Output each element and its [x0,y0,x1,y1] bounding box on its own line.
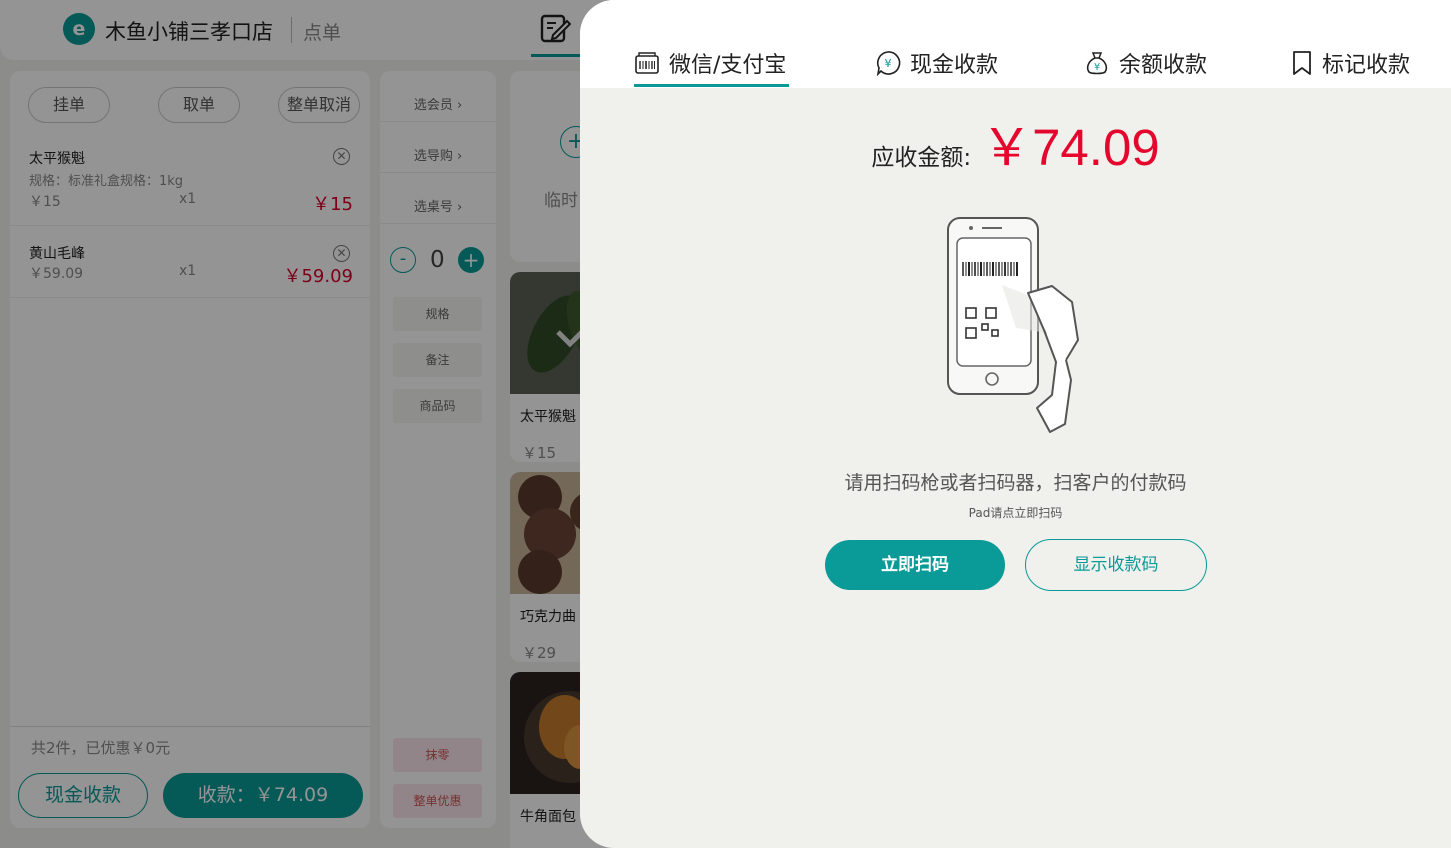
amount-due-value: ￥74.09 [981,119,1160,176]
tab-wechat-alipay-label: 微信/支付宝 [669,53,787,78]
tab-balance-label: 余额收款 [1119,53,1208,78]
active-tab-underline [634,84,789,87]
tab-cash-label: 现金收款 [910,53,999,78]
cash-bubble-icon: ¥ [876,51,901,76]
scan-now-button[interactable]: 立即扫码 [825,540,1005,590]
payment-drawer: 微信/支付宝 ¥ 现金收款 ¥ 余额收款 标记收款 应收金额: ￥74.09 请… [580,0,1451,848]
payment-tabs: 微信/支付宝 ¥ 现金收款 ¥ 余额收款 标记收款 [580,0,1451,88]
scan-phone-illustration-icon [947,217,1079,433]
amount-due-label: 应收金额: [871,145,972,171]
tab-wechat-alipay[interactable]: 微信/支付宝 [634,47,786,79]
amount-due: 应收金额: ￥74.09 [580,106,1451,180]
tab-cash[interactable]: ¥ 现金收款 [875,47,998,79]
barcode-card-icon [635,52,659,74]
tab-mark[interactable]: 标记收款 [1291,47,1410,79]
pad-instruction: Pad请点立即扫码 [968,506,1063,520]
tab-balance[interactable]: ¥ 余额收款 [1084,47,1207,79]
money-bag-icon: ¥ [1086,52,1108,75]
show-qr-code-button[interactable]: 显示收款码 [1025,539,1207,591]
svg-text:¥: ¥ [885,57,892,70]
bookmark-icon [1293,51,1311,75]
svg-text:¥: ¥ [1094,62,1100,73]
tab-mark-label: 标记收款 [1322,53,1411,78]
scan-instruction: 请用扫码枪或者扫码器，扫客户的付款码 [844,472,1187,494]
